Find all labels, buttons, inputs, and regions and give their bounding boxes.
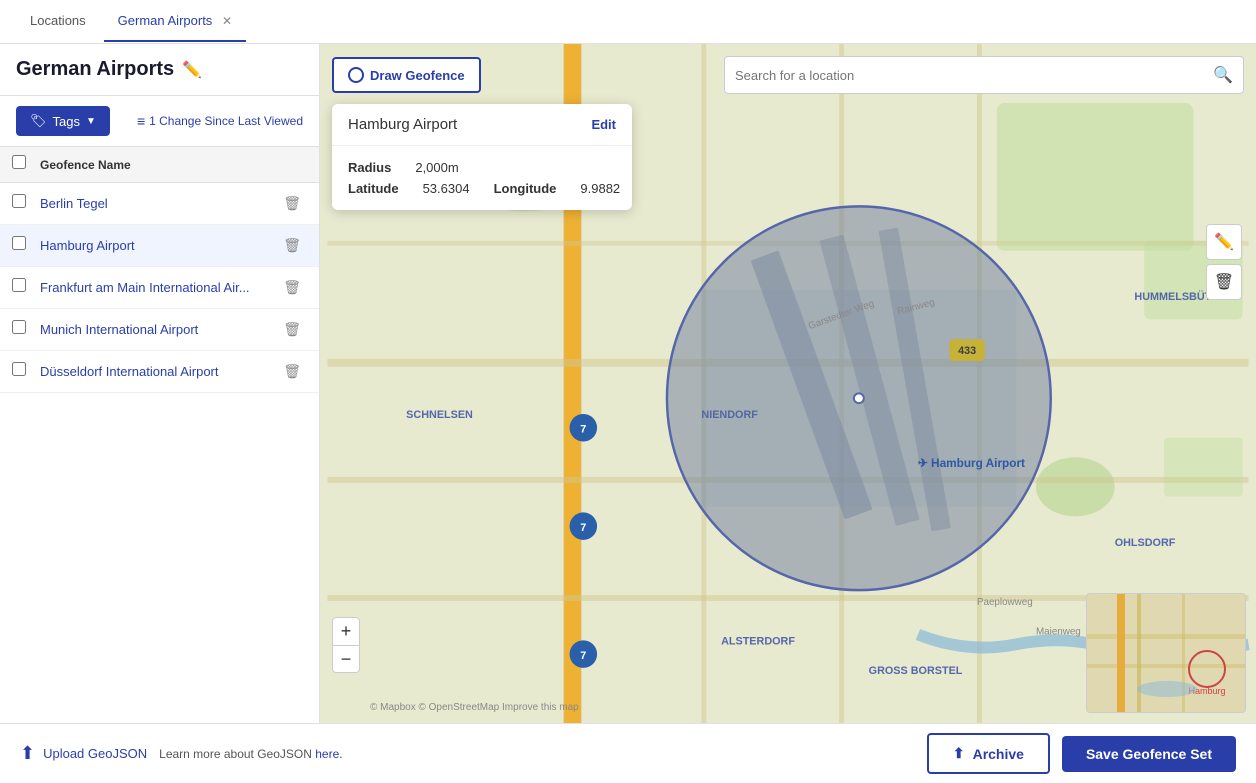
upload-icon: ⬆ [20, 743, 35, 764]
delete-icon[interactable]: 🗑 [277, 193, 307, 214]
radius-value: 2,000m [415, 160, 458, 175]
map-delete-button[interactable]: 🗑 [1206, 264, 1242, 300]
bottom-actions: ⬆ Archive Save Geofence Set [927, 733, 1236, 774]
svg-text:7: 7 [580, 650, 586, 662]
draw-circle-icon [348, 67, 364, 83]
bottom-info: Learn more about GeoJSON here. [159, 747, 342, 761]
tab-german-airports[interactable]: German Airports ✕ [104, 1, 246, 42]
changes-indicator: ≡ 1 Change Since Last Viewed [137, 113, 303, 129]
svg-text:OHLSDORF: OHLSDORF [1115, 537, 1176, 549]
list-icon: ≡ [137, 113, 145, 129]
geofence-checkbox[interactable] [12, 194, 26, 208]
popup-radius-row: Radius 2,000m [348, 160, 616, 175]
svg-text:GROSS BORSTEL: GROSS BORSTEL [869, 665, 963, 677]
map-popup: Hamburg Airport Edit Radius 2,000m Latit… [332, 104, 632, 210]
here-link[interactable]: here. [315, 747, 342, 761]
svg-text:7: 7 [580, 522, 586, 534]
delete-icon[interactable]: 🗑 [277, 361, 307, 382]
popup-body: Radius 2,000m Latitude 53.6304 Longitude… [332, 146, 632, 210]
svg-text:Maienweg: Maienweg [1036, 626, 1081, 637]
delete-icon[interactable]: 🗑 [277, 319, 307, 340]
table-header: Geofence Name [0, 147, 319, 183]
archive-icon: ⬆ [953, 745, 965, 762]
geofence-checkbox[interactable] [12, 236, 26, 250]
tab-close-icon[interactable]: ✕ [222, 14, 232, 28]
thumbnail-map: Hamburg [1087, 594, 1246, 713]
popup-edit-button[interactable]: Edit [591, 117, 616, 132]
geofence-row[interactable]: Frankfurt am Main International Air... 🗑 [0, 267, 319, 309]
toolbar: 🏷 Tags ▼ ≡ 1 Change Since Last Viewed [0, 96, 319, 147]
top-nav: Locations German Airports ✕ [0, 0, 1256, 44]
popup-header: Hamburg Airport Edit [332, 104, 632, 146]
toolbar-left: 🏷 Tags ▼ [16, 106, 110, 136]
sidebar-title: German Airports [16, 58, 174, 81]
latitude-value: 53.6304 [423, 181, 470, 196]
map-search-box[interactable]: 🔍 [724, 56, 1244, 94]
zoom-in-button[interactable]: + [332, 617, 360, 645]
longitude-value: 9.9882 [580, 181, 620, 196]
geofence-name[interactable]: Frankfurt am Main International Air... [40, 280, 277, 295]
main-content: German Airports ✏️ 🏷 Tags ▼ ≡ 1 Change S… [0, 44, 1256, 723]
svg-text:ALSTERDORF: ALSTERDORF [721, 635, 795, 647]
delete-icon[interactable]: 🗑 [277, 277, 307, 298]
popup-title: Hamburg Airport [348, 116, 457, 133]
geofence-checkbox[interactable] [12, 278, 26, 292]
map-zoom-controls: + − [332, 617, 360, 673]
sidebar-header: German Airports ✏️ [0, 44, 319, 96]
svg-text:7: 7 [580, 424, 586, 436]
select-all-checkbox[interactable] [12, 155, 26, 169]
geofence-checkbox[interactable] [12, 320, 26, 334]
longitude-label: Longitude [494, 181, 557, 196]
tab-locations[interactable]: Locations [16, 1, 100, 42]
geofence-row[interactable]: Hamburg Airport 🗑 [0, 225, 319, 267]
svg-text:Paeplowweg: Paeplowweg [977, 597, 1033, 608]
draw-geofence-button[interactable]: Draw Geofence [332, 57, 481, 93]
map-thumbnail: Hamburg [1086, 593, 1246, 713]
save-geofence-set-button[interactable]: Save Geofence Set [1062, 736, 1236, 772]
map-top-bar: Draw Geofence 🔍 [332, 56, 1244, 94]
zoom-out-button[interactable]: − [332, 645, 360, 673]
map-edit-icons: ✏️ 🗑 [1206, 224, 1242, 300]
archive-button[interactable]: ⬆ Archive [927, 733, 1050, 774]
delete-icon[interactable]: 🗑 [277, 235, 307, 256]
geofence-name[interactable]: Berlin Tegel [40, 196, 277, 211]
search-icon[interactable]: 🔍 [1213, 65, 1233, 85]
geofence-checkbox[interactable] [12, 362, 26, 376]
geofence-name[interactable]: Munich International Airport [40, 322, 277, 337]
chevron-down-icon: ▼ [86, 116, 96, 127]
geofence-row[interactable]: Düsseldorf International Airport 🗑 [0, 351, 319, 393]
edit-title-icon[interactable]: ✏️ [182, 60, 202, 80]
popup-coords-row: Latitude 53.6304 Longitude 9.9882 [348, 181, 616, 196]
bottom-bar: ⬆ Upload GeoJSON Learn more about GeoJSO… [0, 723, 1256, 783]
radius-label: Radius [348, 160, 391, 175]
sidebar: German Airports ✏️ 🏷 Tags ▼ ≡ 1 Change S… [0, 44, 320, 723]
map-search-input[interactable] [735, 68, 1213, 83]
tag-icon: 🏷 [30, 113, 47, 129]
geofence-name[interactable]: Düsseldorf International Airport [40, 364, 277, 379]
latitude-label: Latitude [348, 181, 399, 196]
mapbox-attribution: © Mapbox © OpenStreetMap Improve this ma… [370, 702, 579, 713]
geofence-row[interactable]: Berlin Tegel 🗑 [0, 183, 319, 225]
geofence-table: Geofence Name Berlin Tegel 🗑 Hamburg Air… [0, 147, 319, 723]
map-area[interactable]: 7 7 7 433 HUMMELSBÜTTEL OHLSDORF GROSS B… [320, 44, 1256, 723]
geofence-name[interactable]: Hamburg Airport [40, 238, 277, 253]
geofence-row[interactable]: Munich International Airport 🗑 [0, 309, 319, 351]
upload-geojson-button[interactable]: ⬆ Upload GeoJSON [20, 743, 147, 764]
svg-text:SCHNELSEN: SCHNELSEN [406, 409, 473, 421]
map-edit-button[interactable]: ✏️ [1206, 224, 1242, 260]
tags-button[interactable]: 🏷 Tags ▼ [16, 106, 110, 136]
